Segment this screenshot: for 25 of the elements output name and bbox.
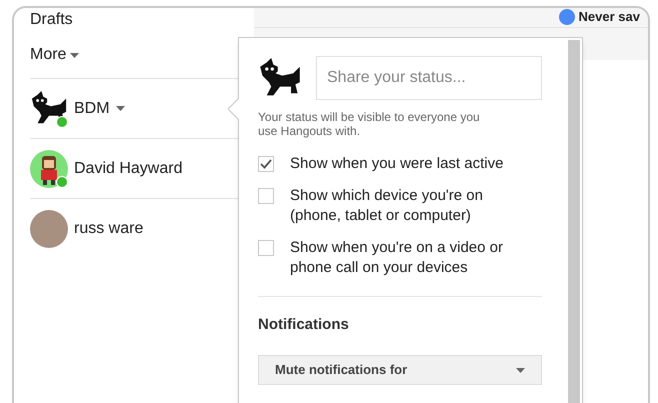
- contact-name: russ ware: [74, 218, 144, 238]
- status-field[interactable]: Share your status...: [316, 56, 542, 100]
- status-note: Your status will be visible to everyone you use Hangouts with.: [258, 110, 481, 138]
- option-label: Show which device you're on (phone, tablet or computer): [290, 186, 484, 226]
- mute-select[interactable]: Mute notifications for: [258, 355, 542, 385]
- checkbox[interactable]: [258, 188, 274, 204]
- section-heading: Notifications: [258, 316, 349, 333]
- radio[interactable]: [558, 9, 575, 25]
- caret-icon: [70, 52, 80, 58]
- option-label: Show when you were last active: [290, 154, 504, 174]
- nav-link[interactable]: Drafts: [30, 8, 240, 32]
- contact-name: BDM: [74, 98, 110, 118]
- checkbox[interactable]: [258, 156, 274, 172]
- caret-icon: [516, 368, 525, 372]
- option-label: Show when you're on a video or phone call on your devices: [290, 238, 504, 278]
- checkbox[interactable]: [258, 240, 274, 256]
- option-label: Never sav: [578, 9, 640, 25]
- check-icon: [260, 159, 272, 169]
- contact-name: David Hayward: [74, 158, 182, 178]
- nav-link[interactable]: More: [30, 32, 240, 78]
- photo-placeholder: [30, 210, 68, 248]
- cartoon-avatar-icon: [30, 150, 68, 188]
- dog-avatar-icon: [30, 91, 68, 126]
- caret-icon: [116, 106, 125, 111]
- dog-avatar-icon: [258, 58, 302, 98]
